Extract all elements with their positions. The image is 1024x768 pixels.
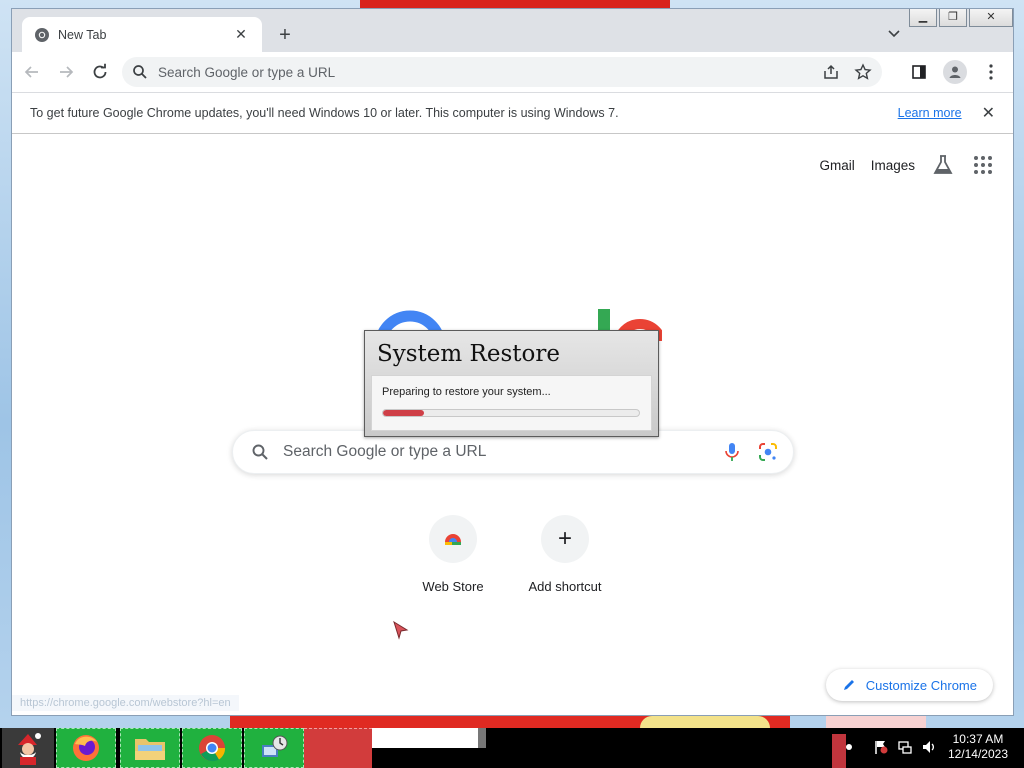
network-tool-icon [262, 735, 288, 757]
tab-new-tab[interactable]: New Tab ✕ [22, 17, 262, 52]
firefox-icon [73, 735, 99, 761]
tab-close-icon[interactable]: ✕ [232, 26, 250, 43]
tray-network[interactable] [896, 736, 914, 758]
shortcut-label: Add shortcut [528, 579, 602, 594]
taskbar: 10:37 AM 12/14/2023 [0, 728, 1024, 768]
search-icon [252, 444, 268, 460]
minimize-button[interactable]: ▁ [909, 9, 937, 27]
plus-icon: + [541, 515, 589, 563]
menu-button[interactable] [977, 58, 1005, 86]
desktop-wallpaper-tag [826, 714, 926, 728]
back-arrow-icon [24, 66, 38, 78]
mouse-cursor-icon [393, 620, 409, 640]
taskbar-network-tool[interactable] [244, 728, 304, 768]
tab-strip: New Tab ✕ + [12, 9, 1013, 52]
network-icon [898, 741, 912, 754]
customize-chrome-button[interactable]: Customize Chrome [825, 669, 993, 701]
kebab-menu-icon [989, 64, 993, 80]
forward-arrow-icon [60, 66, 74, 78]
tab-title: New Tab [58, 27, 107, 42]
taskbar-clock[interactable]: 10:37 AM 12/14/2023 [948, 732, 1008, 762]
share-icon[interactable] [822, 63, 840, 81]
tray-indicator [832, 734, 846, 768]
clock-date: 12/14/2023 [947, 747, 1008, 761]
gmail-link[interactable]: Gmail [819, 158, 854, 173]
shortcut-web-store[interactable]: Web Store [409, 515, 497, 594]
system-restore-dialog: System Restore Preparing to restore your… [364, 330, 659, 437]
taskbar-file-explorer[interactable] [120, 728, 180, 768]
tray-dot [846, 744, 852, 750]
dialog-title: System Restore [377, 341, 560, 367]
new-tab-button[interactable]: + [274, 24, 296, 46]
address-bar-placeholder: Search Google or type a URL [158, 64, 336, 80]
maximize-button[interactable]: ❐ [939, 9, 967, 27]
browser-toolbar: Search Google or type a URL [12, 52, 1013, 92]
shortcut-tiles: Web Store + Add shortcut [409, 515, 609, 594]
infobar-message: To get future Google Chrome updates, you… [30, 106, 619, 120]
reload-icon [93, 63, 107, 79]
forward-button[interactable] [52, 58, 80, 86]
start-button[interactable] [2, 728, 54, 768]
speaker-icon [923, 741, 934, 753]
avatar [943, 60, 967, 84]
dialog-body: Preparing to restore your system... [371, 375, 652, 431]
window-close-button[interactable]: ✕ [969, 9, 1013, 27]
shortcut-label: Web Store [422, 579, 484, 594]
reload-button[interactable] [86, 58, 114, 86]
santa-icon [18, 733, 41, 765]
search-icon [133, 65, 147, 79]
customize-chrome-label: Customize Chrome [865, 677, 977, 693]
restore-progress-bar [382, 409, 640, 417]
tray-action-center[interactable] [872, 736, 890, 758]
flag-error-icon [875, 741, 888, 754]
window-caption-buttons: ▁ ❐ ✕ [909, 9, 1013, 27]
update-infobar: To get future Google Chrome updates, you… [12, 92, 1013, 134]
profile-button[interactable] [941, 58, 969, 86]
microphone-icon[interactable] [721, 441, 743, 463]
tab-search-chevron-icon[interactable] [885, 27, 903, 41]
dialog-message: Preparing to restore your system... [382, 386, 551, 398]
learn-more-link[interactable]: Learn more [898, 106, 962, 120]
restore-progress-fill [383, 410, 424, 416]
side-panel-button[interactable] [905, 58, 933, 86]
pencil-icon [843, 680, 854, 690]
labs-flask-icon[interactable] [931, 153, 955, 177]
taskbar-firefox[interactable] [56, 728, 116, 768]
top-links: Gmail Images [819, 153, 995, 177]
images-link[interactable]: Images [871, 158, 915, 173]
toolbar-right-actions [905, 58, 1005, 86]
tray-volume[interactable] [920, 736, 938, 758]
taskbar-chrome[interactable] [182, 728, 242, 768]
taskbar-divider [478, 728, 486, 748]
search-placeholder: Search Google or type a URL [283, 443, 487, 460]
web-store-icon [445, 534, 461, 545]
desktop-wallpaper-shape [640, 716, 770, 728]
side-panel-icon [912, 65, 926, 79]
folder-icon [135, 739, 165, 760]
chrome-favicon-icon [35, 27, 49, 42]
status-bubble-url: https://chrome.google.com/webstore?hl=en [12, 695, 239, 711]
system-tray [872, 736, 938, 758]
shortcut-add-shortcut[interactable]: + Add shortcut [521, 515, 609, 594]
person-icon [949, 66, 961, 78]
clock-time: 10:37 AM [952, 732, 1004, 746]
infobar-close-icon[interactable]: ✕ [982, 103, 995, 123]
taskbar-active-item[interactable] [304, 728, 372, 768]
chrome-icon [199, 735, 226, 762]
shortcut-icon-circle [429, 515, 477, 563]
google-lens-icon[interactable] [757, 441, 779, 463]
back-button[interactable] [18, 58, 46, 86]
taskbar-blank-item[interactable] [372, 728, 478, 748]
address-bar[interactable]: Search Google or type a URL [122, 57, 882, 87]
bookmark-star-icon[interactable] [854, 63, 872, 81]
apps-grid-icon[interactable] [971, 153, 995, 177]
